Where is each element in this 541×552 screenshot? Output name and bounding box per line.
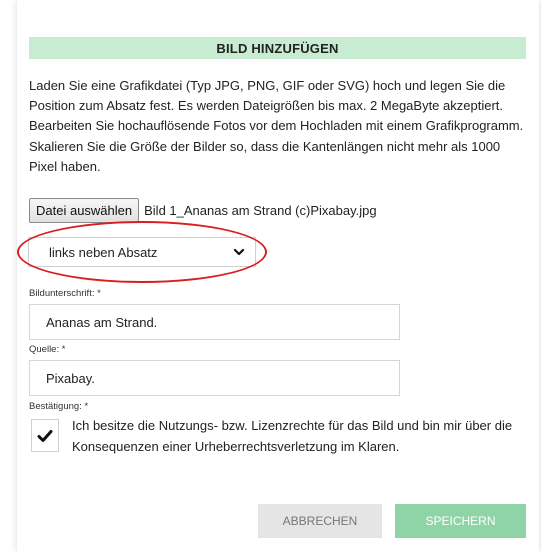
intro-text: Laden Sie eine Grafikdatei (Typ JPG, PNG… — [29, 78, 524, 174]
source-input-value: Pixabay. — [46, 370, 95, 386]
source-input[interactable]: Pixabay. — [29, 360, 400, 396]
confirmation-label: Bestätigung: * — [29, 401, 89, 412]
confirmation-checkbox[interactable] — [31, 419, 59, 452]
selected-file-name: Bild 1_Ananas am Strand (c)Pixabay.jpg — [144, 203, 377, 218]
caption-label: Bildunterschrift: * — [29, 288, 101, 299]
caption-input-value: Ananas am Strand. — [46, 314, 158, 330]
cancel-button[interactable]: ABBRECHEN — [258, 504, 382, 538]
choose-file-button[interactable]: Datei auswählen — [29, 198, 140, 223]
position-select-value: links neben Absatz — [49, 244, 158, 260]
confirmation-text: Ich besitze die Nutzungs- bzw. Lizenzrec… — [72, 418, 513, 454]
caption-input[interactable]: Ananas am Strand. — [29, 304, 400, 340]
source-label: Quelle: * — [29, 344, 66, 355]
save-button[interactable]: SPEICHERN — [395, 504, 526, 538]
chevron-down-icon — [233, 248, 245, 256]
dialog-title: BILD HINZUFÜGEN — [29, 37, 526, 59]
checkmark-icon — [37, 429, 53, 442]
position-select[interactable]: links neben Absatz — [28, 237, 256, 267]
file-picker-row: Datei auswählen Bild 1_Ananas am Strand … — [29, 198, 377, 223]
